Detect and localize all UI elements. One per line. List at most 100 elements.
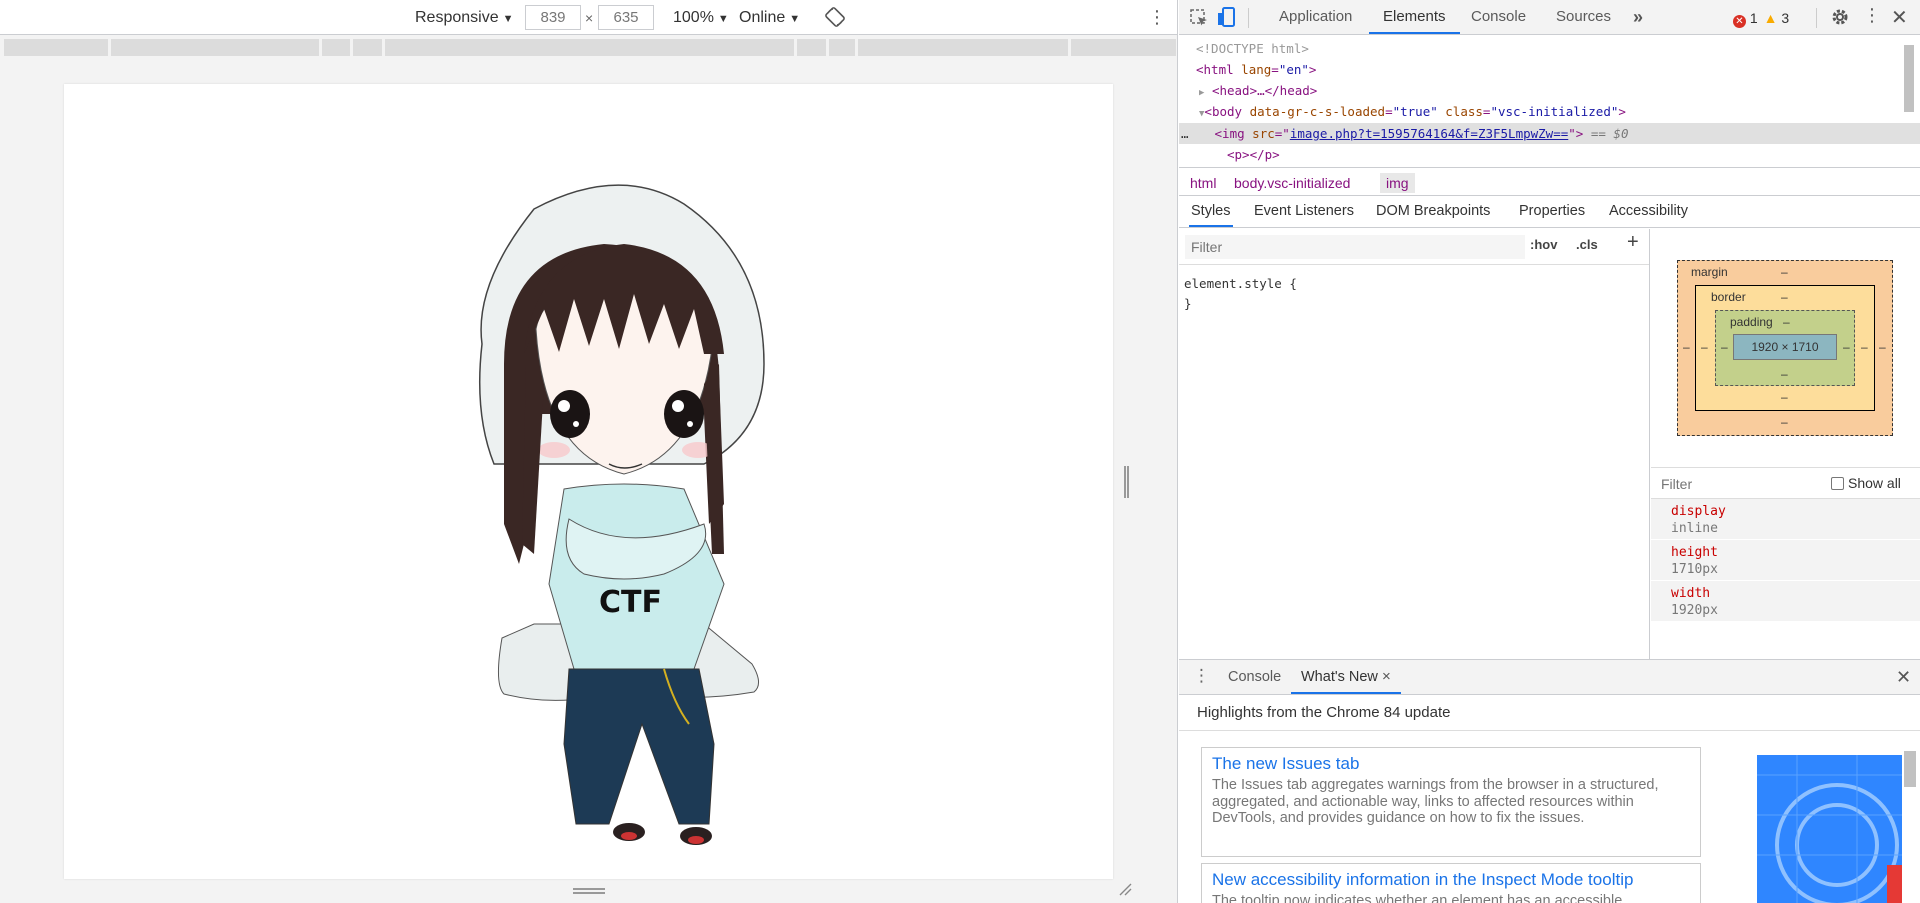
tab-dom-breakpoints[interactable]: DOM Breakpoints [1374,196,1492,227]
expand-triangle-icon[interactable]: ▶ [1199,88,1204,98]
drawer-tab-console[interactable]: Console [1226,660,1283,694]
media-query-segment[interactable] [385,39,794,56]
device-toolbar-icon[interactable] [1217,6,1237,28]
news-card[interactable]: New accessibility information in the Ins… [1201,863,1701,903]
tag-text: > [1618,104,1626,119]
settings-gear-icon[interactable] [1830,7,1850,27]
tab-accessibility[interactable]: Accessibility [1607,196,1690,227]
padding-right-value: – [1843,340,1850,354]
content-box[interactable]: 1920 × 1710 [1733,334,1837,360]
news-scrollbar[interactable] [1904,751,1916,787]
inspect-element-icon[interactable] [1189,8,1209,28]
warning-count: 3 [1781,10,1790,26]
breadcrumb-body[interactable]: body.vsc-initialized [1228,173,1356,193]
element-style-rule[interactable]: element.style { } [1184,274,1297,314]
media-query-segment[interactable] [829,39,856,56]
width-input[interactable]: 839 [525,5,581,30]
property-name: display [1671,504,1726,519]
property-value: 1710px [1671,562,1718,577]
drawer-tab-whats-new[interactable]: What's New × [1291,660,1401,694]
node-actions-icon[interactable]: … [1181,126,1189,141]
right-resize-handle[interactable] [1124,466,1129,498]
img-src-link[interactable]: image.php?t=1595764164&f=Z3F5LmpwZw== [1290,126,1568,141]
styles-filter-input[interactable] [1185,235,1525,259]
shirt-text: CTF [599,585,662,620]
computed-property[interactable]: width 1920px [1651,581,1920,622]
attr-value: "vsc-initialized" [1490,104,1619,119]
media-query-bar[interactable] [4,39,1176,56]
doctype-text: <!DOCTYPE html> [1196,41,1309,56]
media-query-segment[interactable] [858,39,1069,56]
device-toolbar: Responsive ▼ 839 × 635 100% ▼ Online ▼ ⋮ [0,0,1177,35]
tab-event-listeners[interactable]: Event Listeners [1252,196,1356,227]
close-devtools-icon[interactable]: ✕ [1891,5,1908,30]
attr-name: data-gr-c-s-loaded [1249,104,1386,119]
drawer-menu-icon[interactable]: ⋮ [1193,666,1210,686]
computed-filter-input[interactable] [1657,472,1807,496]
bottom-resize-handle[interactable] [573,888,605,894]
show-all-toggle[interactable]: Show all [1831,475,1901,491]
corner-resize-icon[interactable] [1118,882,1132,896]
new-style-rule-button[interactable]: + [1627,231,1639,254]
cls-button[interactable]: .cls [1576,237,1598,252]
tree-doctype[interactable]: <!DOCTYPE html> [1196,38,1309,59]
tab-sources[interactable]: Sources [1554,0,1613,34]
page-viewport: CTF [64,84,1113,879]
show-all-checkbox[interactable] [1831,477,1844,490]
throttle-label: Online [739,9,786,26]
issues-counter[interactable]: ✕ 1 ▲ 3 [1733,9,1790,28]
news-card[interactable]: The new Issues tab The Issues tab aggreg… [1201,747,1701,857]
margin-left-value: – [1683,340,1690,354]
media-query-segment[interactable] [321,39,350,56]
drawer-tabbar: ⋮ Console What's New × ✕ [1179,660,1920,695]
news-card-title[interactable]: The new Issues tab [1212,754,1690,774]
computed-filter-bar: Show all [1651,467,1920,499]
padding-label: padding [1730,315,1773,329]
customize-menu-icon[interactable]: ⋮ [1863,5,1881,26]
padding-left-value: – [1721,340,1728,354]
tree-head[interactable]: ▶ <head>…</head> [1199,80,1317,101]
rotate-icon[interactable] [825,7,845,29]
news-card-desc: The tooltip now indicates whether an ele… [1212,893,1623,903]
breadcrumb-img[interactable]: img [1380,173,1415,193]
computed-property[interactable]: display inline [1651,499,1920,540]
close-tab-icon[interactable]: × [1382,668,1391,685]
tab-application[interactable]: Application [1277,0,1354,34]
border-right-value: – [1861,340,1868,354]
tab-elements[interactable]: Elements [1369,0,1460,34]
hov-button[interactable]: :hov [1530,237,1557,252]
attr-name: class [1445,104,1483,119]
attr-value: "true" [1392,104,1438,119]
margin-label: margin [1691,265,1728,279]
device-select[interactable]: Responsive ▼ [415,7,514,29]
more-tabs-button[interactable]: » [1631,0,1645,34]
media-query-segment[interactable] [1071,39,1176,56]
dom-tree-scrollbar[interactable] [1904,45,1914,112]
close-drawer-icon[interactable]: ✕ [1896,667,1911,688]
media-query-segment[interactable] [4,39,108,56]
tree-img-selected[interactable]: … <img src="image.php?t=1595764164&f=Z3F5… [1179,123,1920,144]
height-input[interactable]: 635 [598,5,654,30]
media-query-segment[interactable] [796,39,827,56]
news-card-title[interactable]: New accessibility information in the Ins… [1212,870,1690,890]
breadcrumb-html[interactable]: html [1184,173,1222,193]
throttle-select[interactable]: Online ▼ [739,7,800,29]
tree-p[interactable]: <p></p> [1227,144,1280,165]
tab-properties[interactable]: Properties [1517,196,1587,227]
news-card-desc: The Issues tab aggregates warnings from … [1212,777,1659,826]
zoom-select[interactable]: 100% ▼ [673,7,729,29]
tab-styles[interactable]: Styles [1189,196,1233,227]
tree-html[interactable]: <html lang="en"> [1196,59,1316,80]
chibi-girl-image: CTF [479,184,765,845]
more-options-icon[interactable]: ⋮ [1148,6,1166,28]
rule-selector: element.style { [1184,276,1297,291]
media-query-segment[interactable] [110,39,319,56]
media-query-segment[interactable] [352,39,383,56]
attr-value: "en" [1278,62,1309,77]
tab-console[interactable]: Console [1469,0,1528,34]
computed-property[interactable]: height 1710px [1651,540,1920,581]
tree-body[interactable]: ▼<body data-gr-c-s-loaded="true" class="… [1199,101,1626,122]
devtools-main-tabbar: Application Elements Console Sources » ✕… [1179,0,1920,35]
caret-down-icon: ▼ [789,13,801,25]
border-bottom-value: – [1781,390,1788,404]
